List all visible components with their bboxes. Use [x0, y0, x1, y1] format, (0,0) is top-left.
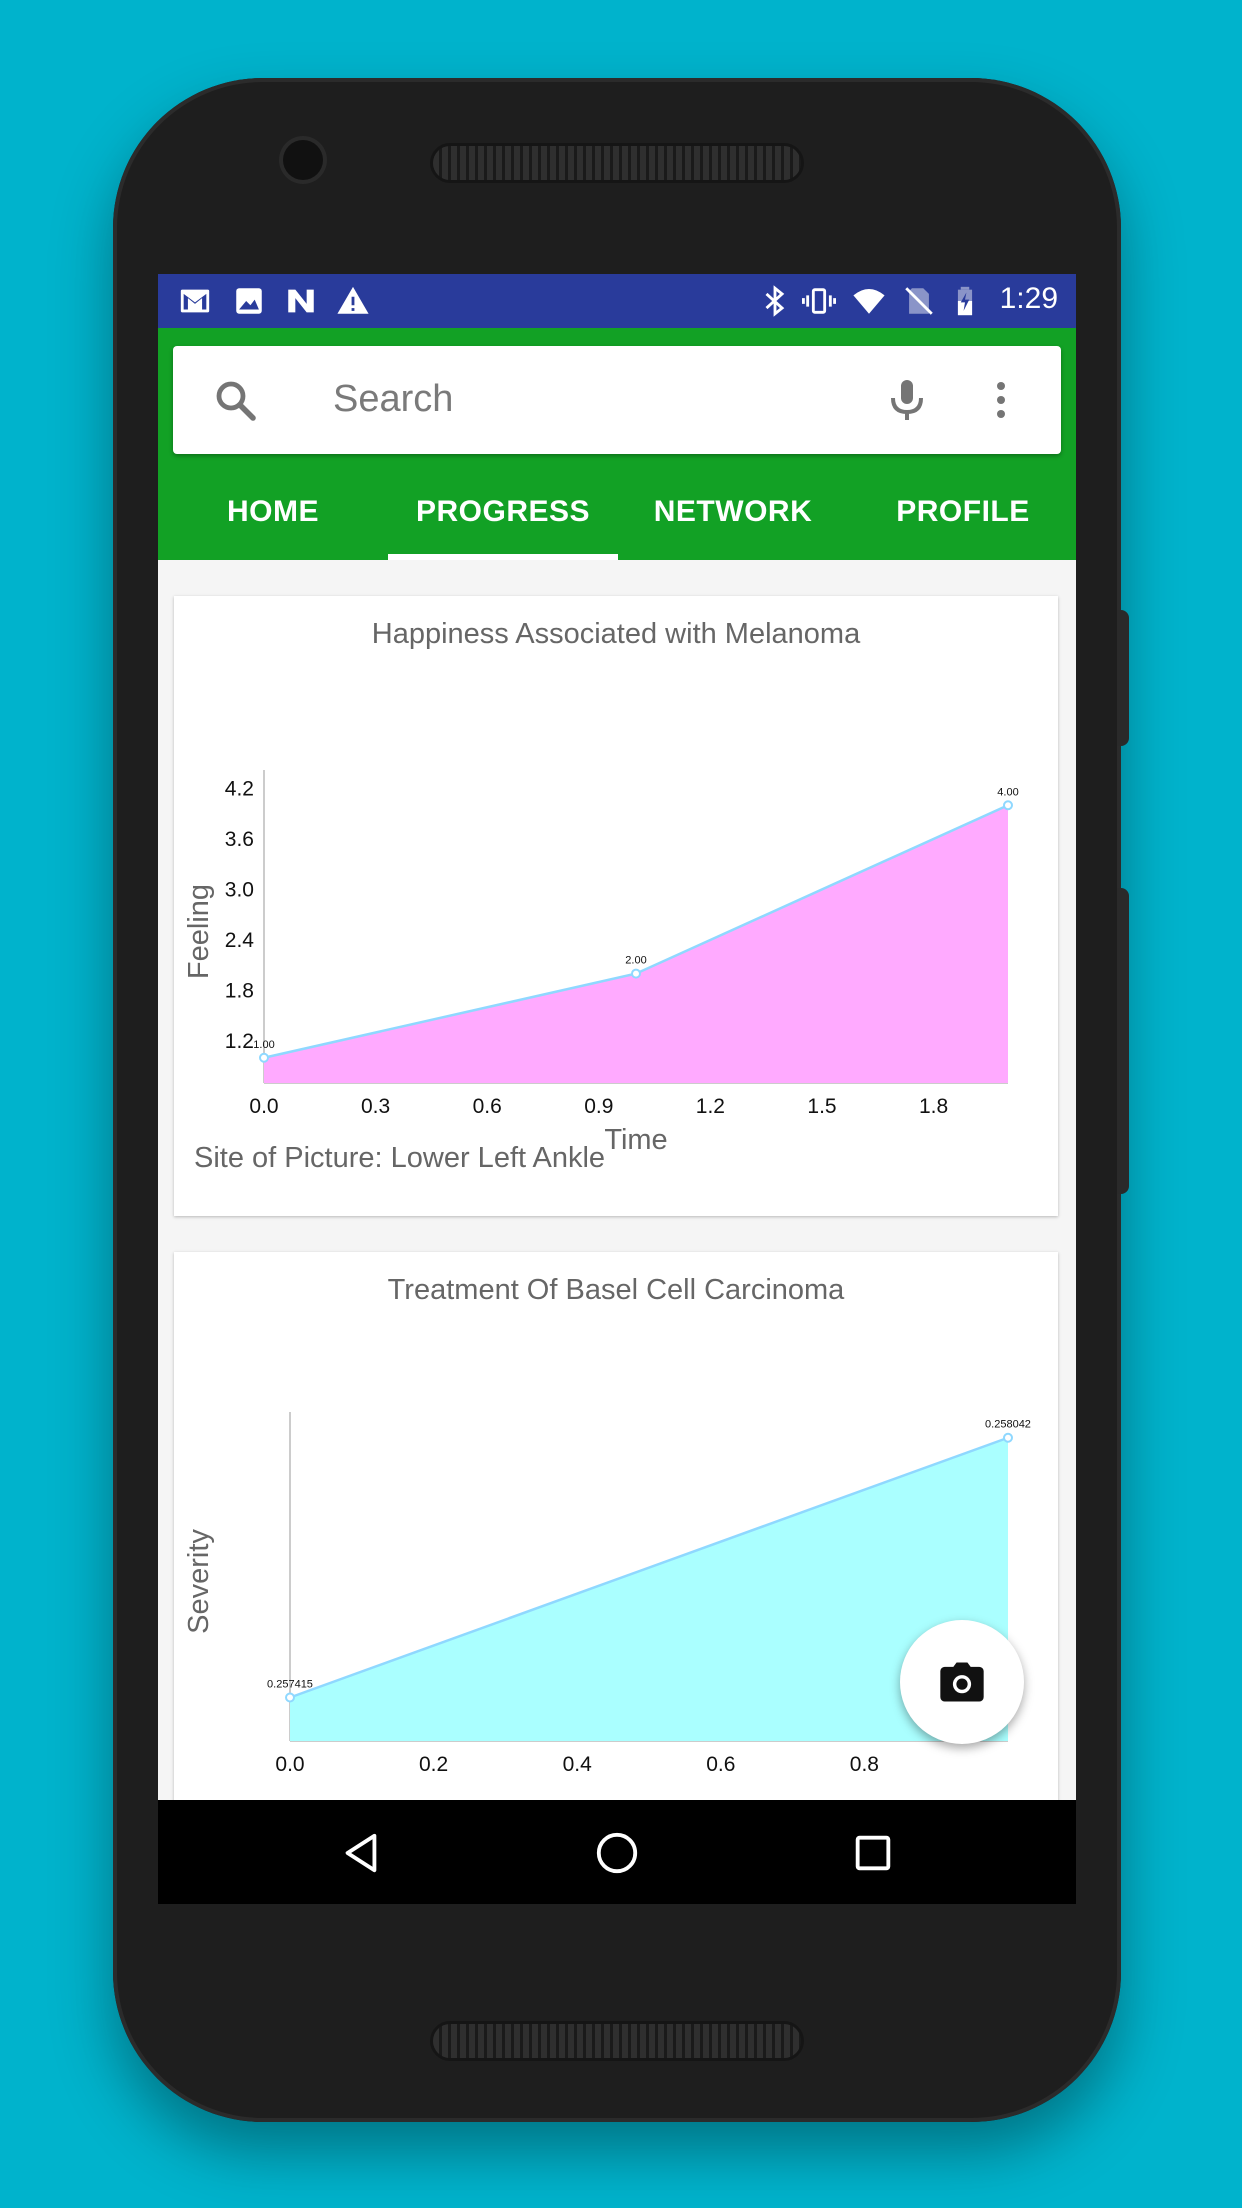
y-tick-label: 1.2	[225, 1030, 254, 1053]
picture-site-note: Site of Picture: Lower Left Ankle	[194, 1142, 606, 1174]
bluetooth-icon	[765, 285, 785, 317]
x-tick-label: 0.9	[584, 1095, 613, 1118]
y-tick-label: 3.0	[225, 878, 254, 901]
no-sim-icon	[905, 287, 933, 315]
image-icon	[236, 288, 262, 314]
x-tick-label: 0.6	[473, 1095, 502, 1118]
tab-home[interactable]: HOME	[158, 468, 388, 560]
area-fill	[264, 805, 1008, 1083]
bottom-speaker	[433, 2024, 801, 2058]
search-bar[interactable]: Search	[173, 346, 1061, 454]
data-point	[1003, 800, 1013, 811]
data-label: 0.258042	[985, 1419, 1031, 1431]
data-point	[631, 968, 641, 979]
x-tick-label: 0.8	[850, 1753, 879, 1772]
microphone-icon[interactable]	[883, 376, 931, 424]
app-bar: Search HOME PROGRESS NETWORK PROFILE	[158, 328, 1076, 560]
y-axis-title: Feeling	[183, 884, 215, 979]
phone-side-button-lower	[1117, 888, 1129, 1194]
status-time: 1:29	[999, 282, 1058, 315]
x-tick-label: 0.3	[361, 1095, 390, 1118]
battery-charging-icon	[957, 286, 973, 316]
data-point	[285, 1692, 295, 1703]
x-tick-label: 1.5	[807, 1095, 836, 1118]
wifi-icon	[853, 288, 885, 314]
tab-profile[interactable]: PROFILE	[848, 468, 1076, 560]
front-camera	[283, 140, 323, 180]
chart-card-melanoma[interactable]: Happiness Associated with Melanoma 1.00 2…	[174, 596, 1058, 1216]
camera-fab[interactable]	[900, 1620, 1024, 1744]
top-speaker	[433, 146, 801, 180]
chart-title: Treatment Of Basel Cell Carcinoma	[387, 1274, 845, 1306]
more-options-icon[interactable]	[977, 376, 1025, 424]
warning-icon	[337, 286, 369, 314]
system-nav-bar	[158, 1800, 1076, 1904]
phone-screen: 1:29 Search HOME PROGRESS NETWORK PROFIL…	[158, 274, 1076, 1904]
status-bar: 1:29	[158, 274, 1076, 328]
chart-title: Happiness Associated with Melanoma	[371, 618, 861, 650]
phone-side-button-upper	[1117, 610, 1129, 746]
data-label: 1.00	[253, 1039, 274, 1051]
y-tick-label: 2.4	[225, 929, 255, 952]
home-icon[interactable]	[594, 1830, 640, 1876]
data-label: 2.00	[625, 955, 646, 967]
tab-progress[interactable]: PROGRESS	[388, 468, 618, 560]
recents-icon[interactable]	[850, 1830, 896, 1876]
data-label: 0.257415	[267, 1679, 313, 1691]
y-axis-title: Severity	[183, 1529, 215, 1634]
n-icon	[288, 289, 314, 313]
search-input[interactable]: Search	[333, 378, 453, 421]
data-label: 4.00	[997, 786, 1018, 798]
x-tick-label: 0.0	[275, 1753, 304, 1772]
x-tick-label: 1.8	[919, 1095, 948, 1118]
x-tick-label: 0.6	[706, 1753, 735, 1772]
gmail-icon	[180, 289, 210, 313]
tab-network[interactable]: NETWORK	[618, 468, 848, 560]
x-tick-label: 0.2	[419, 1753, 448, 1772]
data-point	[259, 1052, 269, 1063]
y-tick-label: 3.6	[225, 828, 254, 851]
data-point	[1003, 1432, 1013, 1443]
x-tick-label: 0.0	[249, 1095, 278, 1118]
tab-bar: HOME PROGRESS NETWORK PROFILE	[158, 468, 1076, 560]
y-tick-label: 4.2	[225, 777, 254, 800]
x-tick-label: 0.4	[563, 1753, 593, 1772]
x-axis-title: Time	[604, 1124, 667, 1156]
y-tick-label: 1.8	[225, 979, 254, 1002]
camera-icon	[940, 1662, 984, 1702]
back-icon[interactable]	[338, 1830, 384, 1876]
happiness-chart: 1.00 2.00 4.00 0.0 0.3 0.6 0.9 1.2 1.5 1.8 1.2 1.8 2…	[183, 770, 1019, 1156]
search-icon[interactable]	[211, 376, 259, 424]
area-fill	[290, 1437, 1008, 1741]
x-tick-label: 1.2	[696, 1095, 725, 1118]
vibrate-icon	[802, 288, 836, 314]
